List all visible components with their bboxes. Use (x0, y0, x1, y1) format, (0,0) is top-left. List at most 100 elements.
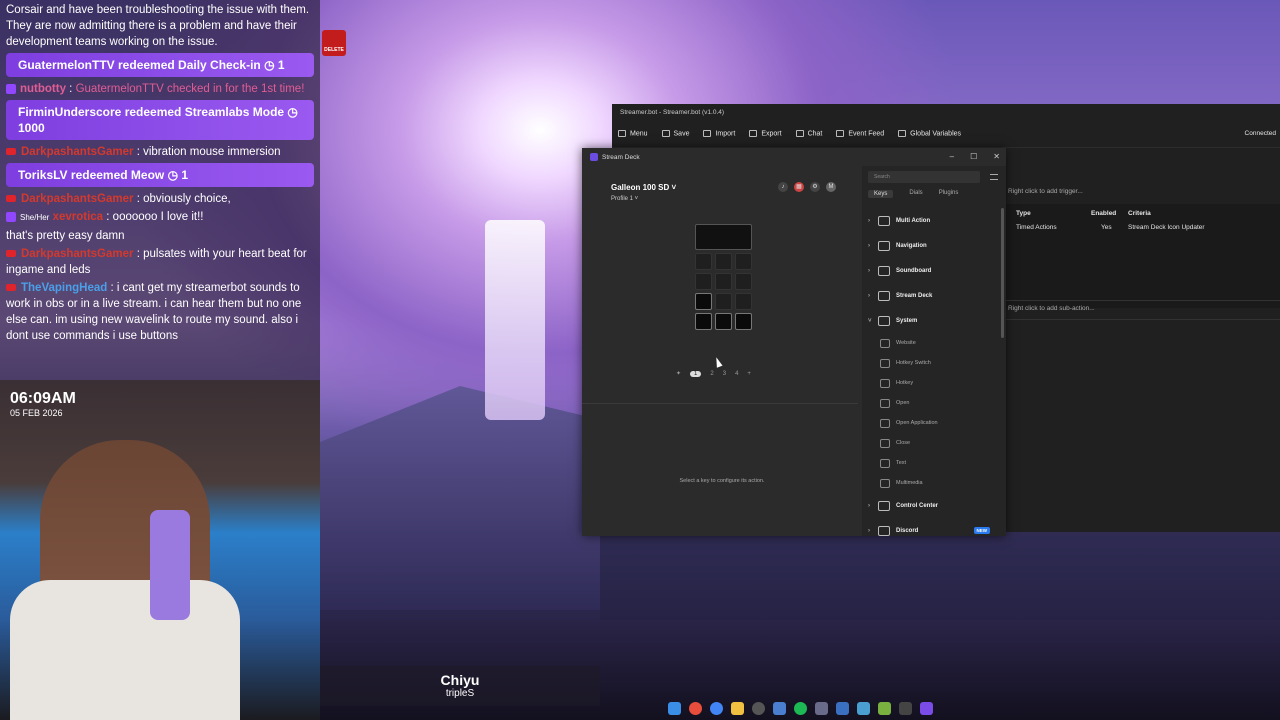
list-view-icon[interactable] (990, 174, 998, 180)
chat-username: DarkpashantsGamer (21, 193, 134, 205)
profile-selector[interactable]: Profile 1 ˅ (611, 196, 638, 202)
page-selector: ✦ 1 2 3 4 + (676, 370, 751, 377)
window-controls: – ☐ ✕ (950, 152, 1000, 161)
clock-time: 06:09AM (10, 390, 76, 407)
import-button[interactable]: Import (703, 129, 735, 137)
deck-key[interactable] (735, 273, 752, 290)
deck-key[interactable] (695, 313, 712, 330)
action-open-application[interactable]: Open Application (862, 413, 1000, 433)
deck-key[interactable] (715, 313, 732, 330)
action-multimedia[interactable]: Multimedia (862, 473, 1000, 493)
menu-button[interactable]: Menu (618, 129, 648, 137)
window-title: Streamer.bot - Streamer.bot (v1.0.4) (620, 109, 725, 116)
export-button[interactable]: Export (749, 129, 782, 137)
pin-icon[interactable]: ✦ (676, 370, 681, 377)
configure-hint: Select a key to configure its action. (679, 478, 765, 484)
save-button[interactable]: Save (661, 129, 689, 137)
category-control-center[interactable]: › Control Center (862, 493, 1000, 518)
category-stream-deck[interactable]: › Stream Deck (862, 283, 1000, 308)
folder-icon[interactable] (730, 701, 744, 715)
multi-action-icon (878, 215, 890, 226)
chrome-icon[interactable] (688, 701, 702, 715)
menu-icon (618, 129, 626, 137)
chat-message: DarkpashantsGamer : vibration mouse imme… (6, 144, 314, 160)
action-open[interactable]: Open (862, 393, 1000, 413)
obs-icon[interactable] (751, 701, 765, 715)
action-close[interactable]: Close (862, 433, 1000, 453)
category-navigation[interactable]: › Navigation (862, 233, 1000, 258)
minimize-icon[interactable]: – (950, 152, 954, 161)
taskbar (660, 696, 940, 720)
save-icon (661, 129, 670, 137)
lcd-screen[interactable] (695, 224, 752, 250)
table-row[interactable]: Timed Actions Yes Stream Deck Icon Updat… (1016, 224, 1280, 231)
add-page-icon[interactable]: + (747, 371, 751, 377)
gear-icon[interactable]: ⚙ (810, 182, 820, 192)
category-soundboard[interactable]: › Soundboard (862, 258, 1000, 283)
action-tabs: Keys Dials Plugins (868, 190, 958, 198)
category-discord[interactable]: › Discord NEW (862, 518, 1000, 543)
clock-date: 05 FEB 2026 (10, 408, 63, 418)
deck-key[interactable] (735, 253, 752, 270)
action-website[interactable]: Website (862, 333, 1000, 353)
action-hotkey[interactable]: Hotkey (862, 373, 1000, 393)
add-subaction-hint[interactable]: Right click to add sub-action... (1004, 300, 1280, 320)
deck-key[interactable] (695, 273, 712, 290)
chat-button[interactable]: Chat (795, 129, 822, 137)
stream-deck-icon[interactable] (919, 701, 933, 715)
action-categories: › Multi Action › Navigation › Soundboard › S… (862, 208, 1000, 543)
windows-start-icon[interactable] (667, 701, 681, 715)
page-button[interactable]: 4 (735, 371, 738, 377)
stream-deck-logo-icon (590, 153, 598, 161)
close-icon[interactable]: ✕ (993, 152, 1000, 161)
app-icon[interactable] (814, 701, 828, 715)
device-selector[interactable]: Galleon 100 SD ˅ (611, 183, 676, 192)
scrollbar[interactable] (1001, 208, 1004, 338)
deck-key[interactable] (695, 253, 712, 270)
app-icon[interactable] (898, 701, 912, 715)
media-icon (880, 478, 890, 488)
toolbar: Menu Save Import Export Chat Event Feed … (612, 120, 1280, 148)
deck-key[interactable] (735, 293, 752, 310)
youtube-icon (6, 250, 16, 258)
delete-button[interactable]: DELETE (322, 30, 346, 56)
action-text[interactable]: Text (862, 453, 1000, 473)
page-button[interactable]: 3 (723, 371, 726, 377)
chat-message: nutbotty : GuatermelonTTV checked in for… (6, 81, 314, 97)
tab-dials[interactable]: Dials (909, 190, 922, 198)
global-variables-button[interactable]: Global Variables (898, 129, 961, 137)
app-icon[interactable] (856, 701, 870, 715)
page-button[interactable]: 1 (690, 370, 702, 377)
app-icon[interactable] (772, 701, 786, 715)
deck-key[interactable] (735, 313, 752, 330)
page-button[interactable]: 2 (710, 371, 713, 377)
open-icon (880, 398, 890, 408)
category-system[interactable]: ˅ System (862, 308, 1000, 333)
tab-plugins[interactable]: Plugins (939, 190, 959, 198)
app-icon[interactable] (835, 701, 849, 715)
deck-key[interactable] (715, 253, 732, 270)
search-input[interactable]: Search (868, 171, 980, 183)
tab-keys[interactable]: Keys (868, 190, 894, 198)
avatar[interactable]: M (826, 182, 836, 192)
deck-key[interactable] (715, 273, 732, 290)
clock-overlay: 06:09AM 05 FEB 2026 (10, 390, 76, 418)
deck-key[interactable] (695, 293, 712, 310)
window-title: Stream Deck (602, 153, 640, 161)
chat-message: DarkpashantsGamer : pulsates with your h… (6, 248, 307, 276)
deck-key[interactable] (715, 293, 732, 310)
device-panel: Galleon 100 SD ˅ Profile 1 ˅ ♪ ▦ ⚙ M ✦ 1… (582, 166, 862, 536)
twitch-icon (6, 211, 16, 222)
maximize-icon[interactable]: ☐ (970, 152, 977, 161)
action-hotkey-switch[interactable]: Hotkey Switch (862, 353, 1000, 373)
spotify-icon[interactable] (793, 701, 807, 715)
add-trigger-hint[interactable]: Right click to add trigger... (1004, 184, 1087, 199)
chat-redeem: FirminUnderscore redeemed Streamlabs Mod… (6, 100, 314, 140)
bell-icon[interactable]: ♪ (778, 182, 788, 192)
category-multi-action[interactable]: › Multi Action (862, 208, 1000, 233)
chat-text: GuatermelonTTV checked in for the 1st ti… (75, 83, 305, 95)
marketplace-icon[interactable]: ▦ (794, 182, 804, 192)
event-feed-button[interactable]: Event Feed (836, 129, 884, 137)
notepad-icon[interactable] (877, 701, 891, 715)
browser-icon[interactable] (709, 701, 723, 715)
